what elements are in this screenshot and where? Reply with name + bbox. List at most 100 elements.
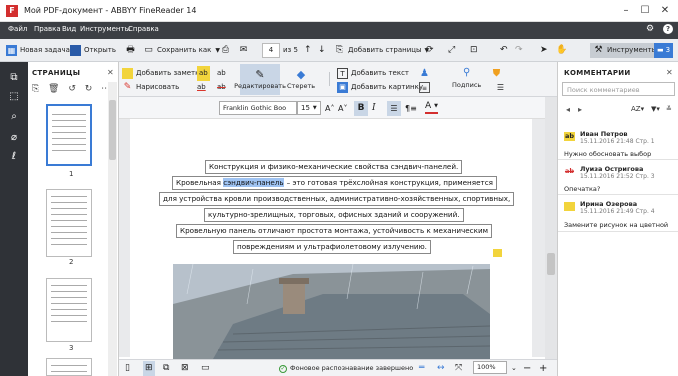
zoom-in-button[interactable]: + — [539, 361, 547, 376]
sort-icon[interactable]: AZ▾ — [631, 105, 644, 113]
add-note-button[interactable]: Добавить заметку — [122, 66, 204, 81]
prev-comment-icon[interactable]: ◂ — [566, 105, 570, 114]
next-comment-icon[interactable]: ▸ — [578, 105, 582, 114]
paragraph-button[interactable]: ¶≡ — [405, 101, 417, 116]
protect-button[interactable]: ⛊ — [491, 66, 505, 81]
open-button[interactable]: Открыть — [70, 43, 116, 58]
document-scroll-thumb[interactable] — [547, 253, 555, 275]
text-line-5[interactable]: Кровельную панель отличают простота монт… — [176, 224, 493, 238]
document-image[interactable] — [173, 264, 490, 359]
new-task-button[interactable]: ▦ Новая задача — [6, 43, 70, 58]
zoom-fit-icon[interactable]: ⤧ — [455, 361, 462, 376]
prev-page-button[interactable]: ↑ — [304, 43, 312, 58]
note-marker-icon[interactable] — [493, 249, 502, 257]
zoom-out-button[interactable]: − — [523, 361, 531, 376]
add-text-button[interactable]: T Добавить текст — [337, 66, 409, 81]
document-scrollbar[interactable] — [545, 97, 557, 359]
page-thumbnail-1[interactable] — [46, 104, 92, 166]
single-page-view-icon[interactable]: ▯ — [125, 361, 130, 376]
next-page-button[interactable]: ↓ — [318, 43, 326, 58]
font-select[interactable]: Franklin Gothic Boo — [219, 101, 297, 115]
thumbnails-view-icon[interactable]: ⊠ — [181, 361, 189, 376]
highlight-button[interactable]: ab — [197, 66, 210, 81]
page-thumbnail-2[interactable] — [46, 189, 92, 257]
align-center-button[interactable]: ☰ — [387, 101, 401, 116]
highlight-badge: ab — [564, 132, 575, 141]
close-icon[interactable]: ✕ — [107, 68, 114, 77]
settings-icon[interactable]: ⚙ — [646, 24, 654, 34]
page-number-input[interactable]: 4 — [262, 43, 280, 58]
text-line-2[interactable]: Кровельная сэндвич-панель – это готовая т… — [172, 176, 497, 190]
text-color-button[interactable]: A ▼ — [425, 101, 439, 114]
draw-button[interactable]: ✎ Нарисовать — [122, 80, 180, 95]
comments-search-input[interactable]: Поиск комментариев — [562, 82, 675, 96]
page-thumbnail-4[interactable] — [46, 358, 92, 376]
text-line-6[interactable]: повреждениям и ультрафиолетовому излучен… — [233, 240, 431, 254]
zoom-select[interactable]: 100% — [473, 361, 507, 374]
close-button[interactable]: ✕ — [656, 4, 674, 18]
rotate-button[interactable]: ⟳ — [426, 43, 434, 58]
fit-page-icon[interactable]: ↔ — [437, 361, 445, 376]
signature-icon[interactable]: ℓ — [8, 151, 20, 163]
erase-button[interactable]: ◆ Стереть — [287, 64, 315, 95]
text-line-4[interactable]: культурно-зрелищных, торговых, офисных з… — [204, 208, 464, 222]
text-line-3[interactable]: для устройства кровли производственных, … — [159, 192, 515, 206]
font-shrink-button[interactable]: A˅ — [338, 101, 347, 116]
bold-button[interactable]: B — [354, 101, 368, 116]
comment-item[interactable]: ab Иван Петров 15.11.2016 21:48 Стр. 1 Н… — [558, 126, 678, 160]
two-page-view-icon[interactable]: ⧉ — [163, 361, 169, 376]
add-image-button[interactable]: ▣ Добавить картинку — [337, 80, 423, 95]
underline-button[interactable]: ab — [217, 66, 226, 81]
pages-scroll-thumb[interactable] — [109, 100, 116, 160]
pages-icon[interactable]: ⧉ — [8, 72, 20, 84]
list-button[interactable]: ☰ — [495, 80, 509, 95]
search-icon[interactable]: ⌕ — [8, 111, 20, 123]
menu-view[interactable]: Вид — [62, 25, 76, 33]
comment-item[interactable]: ab Луиза Остригова 15.11.2016 21:52 Стр.… — [558, 161, 678, 195]
menu-edit[interactable]: Правка — [34, 25, 61, 33]
present-view-icon[interactable]: ▭ — [201, 361, 210, 376]
menu-help[interactable]: Справка — [128, 25, 159, 33]
strikeout-button[interactable]: ab — [217, 80, 226, 95]
hand-tool-button[interactable]: ✋ — [556, 43, 567, 58]
help-icon[interactable]: ? — [663, 24, 673, 34]
comments-toggle-button[interactable]: ▬ 3 — [654, 43, 674, 58]
pages-scrollbar[interactable] — [108, 82, 117, 376]
field-button[interactable]: ≡ — [419, 80, 433, 95]
minimize-button[interactable]: – — [617, 4, 635, 18]
comment-item[interactable]: Ирина Озерова 15.11.2016 21:49 Стр. 4 За… — [558, 196, 678, 232]
filter-icon[interactable]: ▼▾ — [651, 105, 660, 113]
pages-actions[interactable]: ⎘ 🗑 ↺ ↻ ⋯ — [32, 84, 113, 94]
tools-button[interactable]: ⚒ Инструменты — [590, 43, 661, 58]
fit-width-icon[interactable]: ═ — [419, 361, 424, 376]
text-line-1[interactable]: Конструкция и физико-механические свойст… — [205, 160, 463, 174]
fit-button[interactable]: ⤢ — [448, 43, 455, 58]
stamp-button[interactable]: ♟ — [419, 66, 433, 81]
select-tool-button[interactable]: ➤ — [540, 43, 548, 58]
menu-tools[interactable]: Инструменты — [80, 25, 130, 33]
zoom-chevron-icon[interactable]: ⌄ — [511, 361, 517, 376]
scroll-view-icon[interactable]: ⊞ — [143, 361, 155, 376]
selected-text[interactable]: сэндвич-панель — [223, 178, 284, 187]
save-as-button[interactable]: ▭ Сохранить как ▼ — [143, 43, 220, 58]
font-grow-button[interactable]: A˄ — [325, 101, 334, 116]
menu-file[interactable]: Файл — [8, 25, 27, 33]
italic-button[interactable]: I — [372, 101, 376, 116]
edit-button[interactable]: ✎ Редактировать — [234, 64, 286, 95]
maximize-button[interactable]: ☐ — [636, 4, 654, 18]
page-thumbnail-3[interactable] — [46, 278, 92, 342]
collapse-icon[interactable]: ≚ — [666, 105, 672, 113]
signature-button[interactable]: ⚲ Подпись — [452, 66, 481, 94]
email-button[interactable]: ✉ — [238, 43, 252, 58]
scanner-button[interactable]: 🖶 — [125, 43, 139, 58]
font-size-select[interactable]: 15 ▼ — [297, 101, 321, 115]
bookmark-icon[interactable]: ⬚ — [8, 91, 20, 103]
recognize-button[interactable]: ⊡ — [470, 43, 478, 58]
undo-button[interactable]: ↶ — [500, 43, 508, 58]
close-icon[interactable]: ✕ — [666, 68, 673, 77]
print-button[interactable]: ⎙ — [220, 43, 234, 58]
redo-button[interactable]: ↷ — [515, 43, 523, 58]
squiggle-button[interactable]: ab — [197, 80, 206, 95]
add-pages-button[interactable]: ⎘ Добавить страницы ▼ — [334, 43, 429, 58]
attachment-icon[interactable]: ⌀ — [8, 132, 20, 144]
